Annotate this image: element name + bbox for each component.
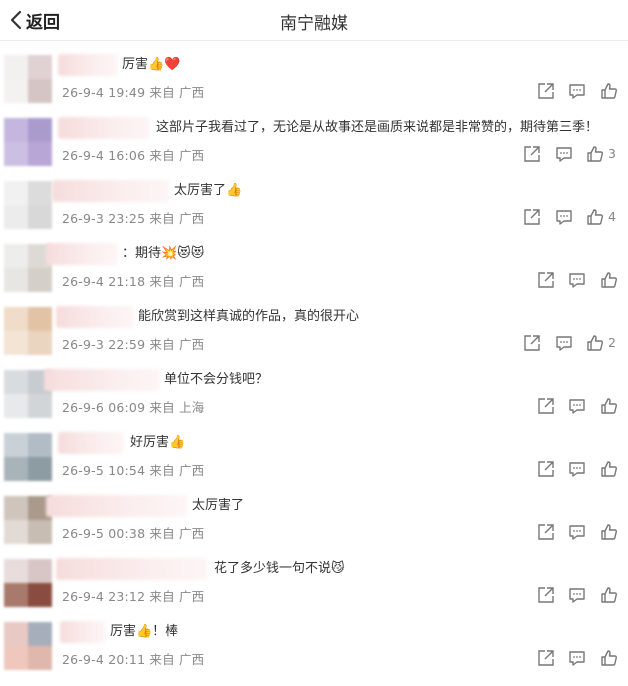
comment-text: 厉害👍！棒 — [110, 624, 179, 639]
share-icon[interactable] — [537, 460, 555, 478]
username[interactable] — [58, 54, 118, 76]
thumbs-up-icon[interactable] — [600, 586, 618, 604]
comment-text: 花了多少钱一句不说😼 — [214, 561, 345, 576]
thumbs-up-icon[interactable] — [600, 397, 618, 415]
share-icon[interactable] — [523, 334, 541, 352]
comment-item: ：期待💥😻😻 26-9-4 21:18 来自 广西 — [0, 241, 628, 303]
comment-actions: 3 — [0, 145, 628, 163]
comment-text: 太厉害了👍 — [174, 183, 243, 198]
username[interactable] — [46, 243, 118, 265]
comment-actions — [0, 586, 628, 604]
comment-actions: 2 — [0, 334, 628, 352]
thumbs-up-icon[interactable] — [586, 334, 604, 352]
comment-item: 厉害👍！棒 26-9-4 20:11 来自 广西 — [0, 619, 628, 681]
comment-item: 能欣赏到这样真诚的作品，真的很开心 26-9-3 22:59 来自 广西 2 — [0, 304, 628, 366]
thumbs-up-icon[interactable] — [600, 460, 618, 478]
username[interactable] — [44, 369, 160, 391]
comment-text: 能欣赏到这样真诚的作品，真的很开心 — [138, 309, 360, 324]
comment-icon[interactable] — [568, 649, 586, 667]
comment-actions — [0, 271, 628, 289]
comment-icon[interactable] — [568, 271, 586, 289]
comment-actions — [0, 397, 628, 415]
comment-actions: 4 — [0, 208, 628, 226]
comment-item: 花了多少钱一句不说😼 26-9-4 23:12 来自 广西 — [0, 556, 628, 618]
comment-icon[interactable] — [555, 334, 573, 352]
comment-actions — [0, 649, 628, 667]
comment-actions — [0, 460, 628, 478]
comment-icon[interactable] — [568, 460, 586, 478]
comment-icon[interactable] — [568, 586, 586, 604]
comment-icon[interactable] — [568, 82, 586, 100]
thumbs-up-icon[interactable] — [600, 82, 618, 100]
comment-text: 好厉害👍 — [130, 435, 186, 450]
username[interactable] — [58, 117, 150, 139]
comment-text: 这部片子我看过了，无论是从故事还是画质来说都是非常赞的，期待第三季！ — [156, 120, 599, 135]
comment-text: 太厉害了 — [192, 498, 245, 513]
comment-item: 好厉害👍 26-9-5 10:54 来自 广西 — [0, 430, 628, 492]
thumbs-up-icon[interactable] — [600, 271, 618, 289]
username[interactable] — [58, 432, 124, 454]
username[interactable] — [46, 495, 188, 517]
share-icon[interactable] — [523, 145, 541, 163]
like-count: 4 — [608, 209, 616, 224]
comment-icon[interactable] — [568, 523, 586, 541]
username[interactable] — [60, 621, 106, 643]
share-icon[interactable] — [537, 649, 555, 667]
comment-text: ：期待💥😻😻 — [122, 246, 205, 261]
thumbs-up-icon[interactable] — [586, 208, 604, 226]
top-bar: 返回 南宁融媒 — [0, 0, 628, 41]
comment-item: 太厉害了👍 26-9-3 23:25 来自 广西 4 — [0, 178, 628, 240]
share-icon[interactable] — [537, 271, 555, 289]
share-icon[interactable] — [537, 82, 555, 100]
comment-icon[interactable] — [568, 397, 586, 415]
share-icon[interactable] — [537, 523, 555, 541]
username[interactable] — [56, 306, 134, 328]
comment-actions — [0, 82, 628, 100]
page-title: 南宁融媒 — [280, 14, 348, 34]
username[interactable] — [52, 180, 170, 202]
comment-item: 太厉害了 26-9-5 00:38 来自 广西 — [0, 493, 628, 555]
thumbs-up-icon[interactable] — [586, 145, 604, 163]
comment-actions — [0, 523, 628, 541]
comment-item: 厉害👍❤️ 26-9-4 19:49 来自 广西 — [0, 52, 628, 114]
comment-text: 厉害👍❤️ — [122, 57, 181, 72]
share-icon[interactable] — [523, 208, 541, 226]
comment-item: 单位不会分钱吧？ 26-9-6 06:09 来自 上海 — [0, 367, 628, 429]
like-count: 2 — [608, 335, 616, 350]
comment-item: 这部片子我看过了，无论是从故事还是画质来说都是非常赞的，期待第三季！ 26-9-… — [0, 115, 628, 177]
thumbs-up-icon[interactable] — [600, 649, 618, 667]
comment-icon[interactable] — [555, 145, 573, 163]
thumbs-up-icon[interactable] — [600, 523, 618, 541]
comment-icon[interactable] — [555, 208, 573, 226]
share-icon[interactable] — [537, 397, 555, 415]
share-icon[interactable] — [537, 586, 555, 604]
comment-text: 单位不会分钱吧？ — [164, 372, 269, 387]
like-count: 3 — [608, 146, 616, 161]
username[interactable] — [56, 558, 208, 580]
